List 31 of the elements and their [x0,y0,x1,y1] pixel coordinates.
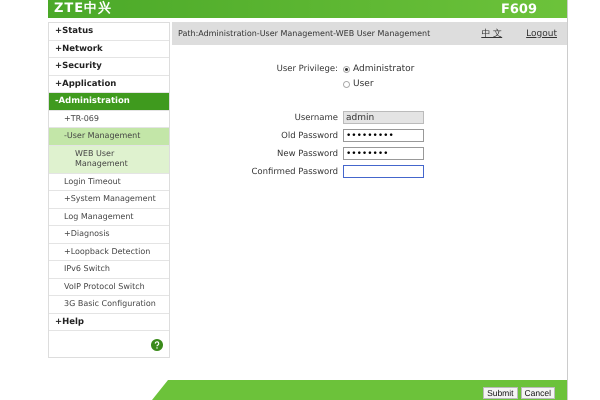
menu-item[interactable]: -User Management [49,128,169,146]
menu-item[interactable]: VoIP Protocol Switch [49,278,169,296]
breadcrumb: Path:Administration-User Management-WEB User Management [178,29,432,38]
menu-item[interactable]: Log Management [49,208,169,226]
radio-label: User [353,79,374,89]
help-icon[interactable] [151,339,163,351]
menu-item[interactable]: +TR-069 [49,110,169,128]
language-link[interactable]: 中 文 [481,27,502,40]
field-label: Confirmed Password [250,166,338,176]
field-label: Old Password [280,130,338,140]
field-label: User Privilege: [276,64,338,74]
form-button[interactable]: Submit [483,387,518,399]
input-field[interactable] [343,165,424,178]
menu-item[interactable]: +Loopback Detection [49,244,169,261]
menu-item[interactable]: WEB User Management [49,146,169,174]
model-name: F609 [500,2,537,16]
menu-item[interactable]: Login Timeout [49,174,169,191]
field-label: New Password [276,148,338,158]
menu-item[interactable]: -Administration [49,93,169,110]
input-field[interactable]: ••••••••• [343,129,424,142]
form-button[interactable]: Cancel [520,387,555,399]
input-field[interactable]: •••••••• [343,147,424,160]
logout-link[interactable]: Logout [526,28,557,38]
radio-label: Administrator [353,64,414,74]
menu-item[interactable]: +Help [49,314,169,331]
logo: ZTE中兴 [54,1,112,17]
menu-item[interactable]: +Network [49,40,169,58]
radio-button[interactable] [343,80,350,88]
menu-item[interactable]: +Application [49,76,169,93]
radio-button[interactable] [343,66,350,72]
field-label: Username [294,112,338,122]
